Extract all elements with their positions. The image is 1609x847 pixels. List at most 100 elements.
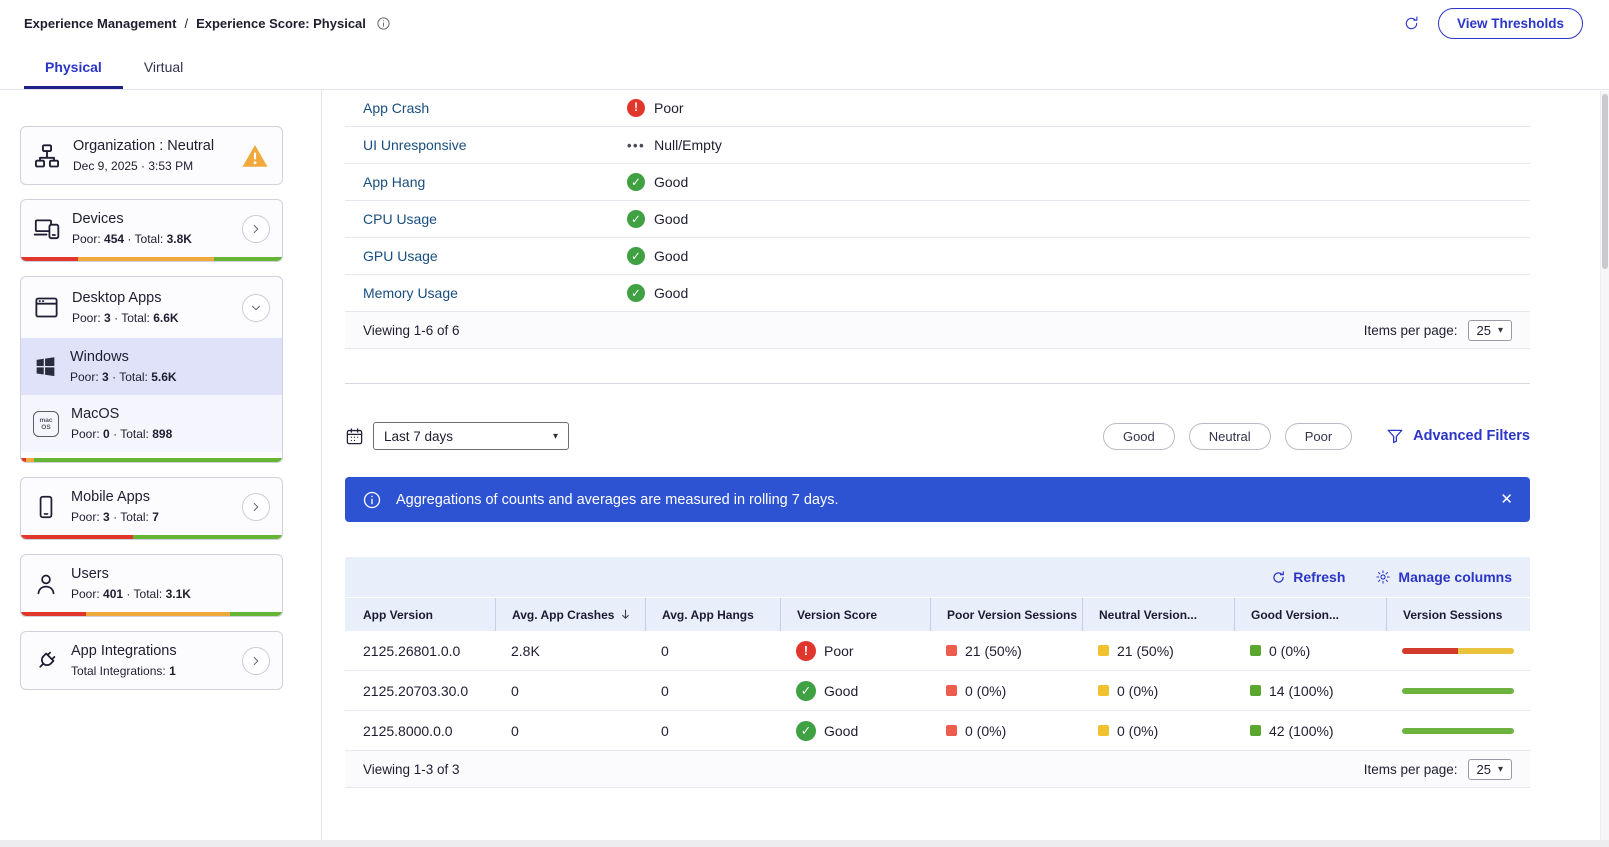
windows-text: Windows Poor: 3 · Total: 5.6K [70,348,270,385]
date-range-select[interactable]: Last 7 days ▾ [373,422,569,450]
filter-bar: Last 7 days ▾ Good Neutral Poor Advanced… [345,422,1530,450]
users-card[interactable]: Users Poor: 401 · Total: 3.1K [20,554,283,617]
cell-avg-app-crashes: 0 [495,723,645,739]
tab-physical[interactable]: Physical [24,46,123,89]
metric-link-app-crash[interactable]: App Crash [345,100,611,116]
cell-version-sessions-bar [1386,728,1530,734]
mobile-apps-card[interactable]: Mobile Apps Poor: 3 · Total: 7 [20,477,283,540]
stat-total-value: 3.8K [167,232,192,246]
poor-square-icon [946,685,957,696]
view-thresholds-button[interactable]: View Thresholds [1438,8,1583,39]
calendar-icon [345,427,364,446]
app-integrations-card[interactable]: App Integrations Total Integrations: 1 [20,631,283,690]
versions-table-header: App Version Avg. App Crashes Avg. App Ha… [345,598,1530,631]
stat-poor-label: Poor: [72,311,101,325]
metric-link-app-hang[interactable]: App Hang [345,174,611,190]
column-header-poor-version-sessions[interactable]: Poor Version Sessions [930,598,1082,631]
stat-poor-label: Poor: [71,587,100,601]
manage-columns-label: Manage columns [1398,569,1512,585]
metric-status-text: Good [654,174,688,190]
devices-card[interactable]: Devices Poor: 454 · Total: 3.8K [20,199,283,262]
cell-good-sessions: 14 (100%) [1234,683,1386,699]
metric-status-text: Poor [654,100,684,116]
column-header-avg-app-crashes[interactable]: Avg. App Crashes [495,598,645,631]
tab-virtual[interactable]: Virtual [123,46,204,89]
mobile-apps-icon [33,494,59,520]
metrics-table: App Crash ! Poor UI Unresponsive ••• Nul… [345,90,1530,349]
column-header-neutral-version-sessions[interactable]: Neutral Version... [1082,598,1234,631]
filter-pill-good[interactable]: Good [1103,423,1175,450]
metric-link-memory-usage[interactable]: Memory Usage [345,285,611,301]
filter-pill-poor[interactable]: Poor [1285,423,1352,450]
sidebar-item-windows[interactable]: Windows Poor: 3 · Total: 5.6K [21,338,282,395]
devices-stats: Poor: 454 · Total: 3.8K [72,231,230,247]
metric-link-ui-unresponsive[interactable]: UI Unresponsive [345,137,611,153]
section-divider [345,383,1530,384]
manage-columns-button[interactable]: Manage columns [1375,569,1512,585]
viewing-text: Viewing 1-6 of 6 [363,323,460,338]
metric-status-text: Null/Empty [654,137,722,153]
info-icon[interactable] [376,16,391,31]
breadcrumb-experience-management[interactable]: Experience Management [24,16,176,31]
stat-separator: · [127,232,131,246]
mobile-apps-expand-button[interactable] [242,493,270,521]
horizontal-scrollbar[interactable] [0,840,1609,847]
plug-icon [33,648,59,674]
column-header-label: Avg. App Crashes [512,608,614,622]
info-icon [362,490,382,510]
metric-link-gpu-usage[interactable]: GPU Usage [345,248,611,264]
good-sessions-text: 14 (100%) [1269,683,1334,699]
table-row: Memory Usage ✓ Good [345,275,1530,312]
stat-total-value: 6.6K [153,311,178,325]
column-header-avg-app-hangs[interactable]: Avg. App Hangs [645,598,780,631]
good-sessions-text: 42 (100%) [1269,723,1334,739]
organization-date: Dec 9, 2025 · 3:53 PM [73,158,228,174]
items-per-page-select[interactable]: 25 ▾ [1468,759,1513,780]
column-header-version-score[interactable]: Version Score [780,598,930,631]
stat-total-label: Total: [119,370,148,384]
neutral-square-icon [1098,685,1109,696]
desktop-apps-card: Desktop Apps Poor: 3 · Total: 6.6K [20,276,283,463]
filter-pill-neutral[interactable]: Neutral [1189,423,1271,450]
close-icon[interactable]: ✕ [1500,492,1513,507]
poor-square-icon [946,645,957,656]
organization-card[interactable]: Organization : Neutral Dec 9, 2025 · 3:5… [20,126,283,185]
cell-version-sessions-bar [1386,688,1530,694]
cell-good-sessions: 0 (0%) [1234,643,1386,659]
version-score-text: Good [824,683,858,699]
funnel-icon [1386,427,1404,445]
items-per-page: Items per page: 25 ▾ [1364,759,1512,780]
column-header-good-version-sessions[interactable]: Good Version... [1234,598,1386,631]
stat-poor-label: Poor: [70,370,99,384]
column-header-version-sessions[interactable]: Version Sessions [1386,598,1530,631]
desktop-apps-stats: Poor: 3 · Total: 6.6K [72,310,230,326]
refresh-button[interactable]: Refresh [1271,569,1345,585]
column-header-app-version[interactable]: App Version [345,598,495,631]
table-row[interactable]: 2125.8000.0.0 0 0 ✓ Good 0 (0%) 0 (0%) 4… [345,711,1530,751]
metric-status: ✓ Good [611,173,1530,191]
metric-link-cpu-usage[interactable]: CPU Usage [345,211,611,227]
mobile-apps-score-distribution-strip [21,535,282,539]
devices-expand-button[interactable] [242,215,270,243]
cell-app-version: 2125.8000.0.0 [345,723,495,739]
macos-icon: mac OS [33,411,59,437]
app-integrations-expand-button[interactable] [242,647,270,675]
date-range-value: Last 7 days [384,429,453,444]
items-per-page-select[interactable]: 25 ▾ [1468,320,1513,341]
cell-avg-app-hangs: 0 [645,723,780,739]
table-row[interactable]: 2125.20703.30.0 0 0 ✓ Good 0 (0%) 0 (0%)… [345,671,1530,711]
users-stats: Poor: 401 · Total: 3.1K [71,586,270,602]
app-integrations-title: App Integrations [71,642,230,661]
cell-avg-app-crashes: 2.8K [495,643,645,659]
vertical-scrollbar-thumb[interactable] [1602,94,1608,269]
macos-stats: Poor: 0 · Total: 898 [71,426,270,442]
desktop-apps-collapse-button[interactable] [242,294,270,322]
stat-total-label: Total: [121,311,150,325]
metric-status-text: Good [654,248,688,264]
table-row[interactable]: 2125.26801.0.0 2.8K 0 ! Poor 21 (50%) 21… [345,631,1530,671]
refresh-icon[interactable] [1403,15,1420,32]
vertical-scrollbar[interactable] [1600,91,1609,840]
desktop-apps-header[interactable]: Desktop Apps Poor: 3 · Total: 6.6K [21,277,282,338]
advanced-filters-button[interactable]: Advanced Filters [1386,427,1530,445]
sidebar-item-macos[interactable]: mac OS MacOS Poor: 0 · Total: 898 [21,395,282,452]
